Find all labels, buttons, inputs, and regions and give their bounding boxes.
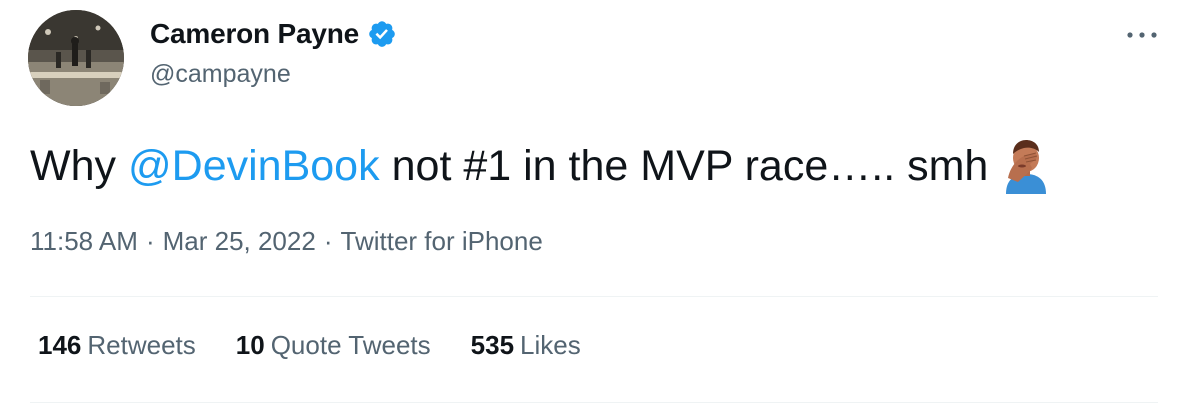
mention-link[interactable]: @DevinBook (128, 138, 380, 194)
likes-stat[interactable]: 535 Likes (471, 330, 581, 361)
more-options-icon[interactable] (1124, 30, 1160, 40)
tweet-text-prefix: Why (30, 142, 116, 190)
engagement-stats: 146 Retweets 10 Quote Tweets 535 Likes (38, 330, 621, 361)
retweets-count: 146 (38, 330, 82, 360)
meta-separator: · (323, 226, 333, 256)
meta-separator: · (145, 226, 155, 256)
avatar-photo (28, 10, 124, 106)
avatar[interactable] (28, 10, 124, 106)
tweet-text: Why @DevinBook not #1 in the MVP race…..… (30, 138, 1050, 194)
retweets-label: Retweets (87, 330, 196, 360)
tweet-card: Cameron Payne @campayne Why @DevinBook n… (0, 0, 1188, 406)
quote-tweets-count: 10 (235, 330, 265, 360)
tweet-date[interactable]: Mar 25, 2022 (163, 226, 316, 256)
tweet-source[interactable]: Twitter for iPhone (341, 226, 543, 256)
tweet-meta: 11:58 AM · Mar 25, 2022 · Twitter for iPhone (30, 226, 543, 257)
handle[interactable]: @campayne (150, 60, 397, 89)
likes-count: 535 (470, 330, 515, 360)
quote-tweets-stat[interactable]: 10 Quote Tweets (236, 330, 431, 361)
tweet-text-suffix: not #1 in the MVP race….. smh (391, 142, 989, 190)
author-block: Cameron Payne @campayne (150, 14, 397, 89)
divider (30, 296, 1158, 297)
display-name[interactable]: Cameron Payne (150, 18, 359, 50)
facepalm-icon (1006, 140, 1047, 194)
likes-label: Likes (520, 330, 581, 360)
tweet-time[interactable]: 11:58 AM (30, 226, 138, 256)
verified-badge-icon[interactable] (367, 19, 397, 49)
retweets-stat[interactable]: 146 Retweets (38, 330, 196, 361)
quote-tweets-label: Quote Tweets (270, 330, 431, 360)
name-row: Cameron Payne (150, 14, 397, 54)
divider (30, 402, 1158, 403)
